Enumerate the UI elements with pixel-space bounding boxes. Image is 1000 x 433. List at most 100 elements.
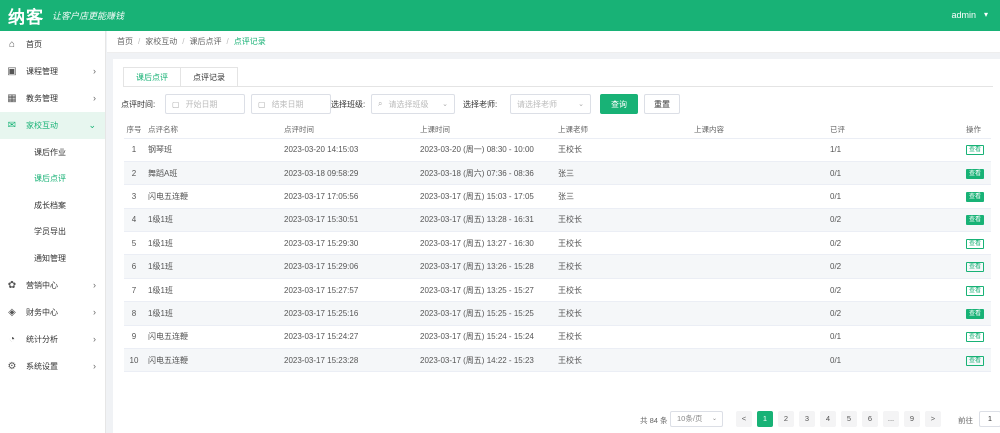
sidebar-item-home[interactable]: ⌂ 首页	[0, 31, 105, 58]
home-icon: ⌂	[8, 39, 16, 50]
cell-idx: 1	[124, 138, 144, 162]
view-button[interactable]: 查看	[966, 262, 985, 273]
sidebar-subitem-export[interactable]: 学员导出	[0, 219, 105, 246]
cell-idx: 9	[124, 325, 144, 350]
cell-operation: 查看	[962, 184, 991, 209]
cell-teacher: 张三	[554, 161, 690, 186]
class-select[interactable]: ⌕ 请选择班级 ⌄	[371, 94, 455, 114]
cell-teacher: 王校长	[554, 138, 690, 162]
cell-review-time: 2023-03-17 15:23:28	[280, 348, 416, 373]
cell-content	[690, 301, 826, 326]
page-button-1[interactable]: 1	[757, 411, 773, 427]
search-icon: ⌕	[378, 99, 383, 108]
column-header: 操作	[962, 122, 991, 139]
view-button[interactable]: 查看	[966, 355, 985, 366]
sidebar-item-academic[interactable]: ▦ 教务管理 ›	[0, 85, 105, 112]
sidebar-item-label: 家校互动	[26, 121, 58, 130]
page-size-select[interactable]: 10条/页 ⌄	[670, 411, 723, 427]
tab-bar: 课后点评 点评记录	[123, 67, 238, 87]
chevron-right-icon: ›	[93, 333, 96, 344]
user-menu[interactable]: admin	[951, 10, 976, 20]
sidebar-item-stats[interactable]: ◔ 统计分析 ›	[0, 326, 105, 353]
view-button[interactable]: 查看	[966, 215, 985, 226]
cell-done: 0/2	[826, 231, 962, 256]
cell-idx: 2	[124, 161, 144, 186]
cell-class-time: 2023-03-17 (周五) 13:27 - 16:30	[416, 231, 554, 256]
breadcrumb-current: 点评记录	[233, 37, 266, 46]
table-row: 10 闪电五连鞭 2023-03-17 15:23:28 2023-03-17 (周五…	[124, 348, 991, 373]
sidebar-item-label: 统计分析	[26, 334, 58, 344]
sidebar-subitem-notice[interactable]: 通知管理	[0, 245, 105, 272]
column-header: 上课时间	[416, 122, 554, 139]
sidebar-item-course[interactable]: ▣ 课程管理 ›	[0, 58, 105, 85]
table-row: 1 钢琴班 2023-03-20 14:15:03 2023-03-20 (周一) 0…	[124, 138, 991, 162]
sidebar-subitem-growth[interactable]: 成长档案	[0, 192, 105, 219]
column-header: 已评	[826, 122, 962, 139]
gear-icon: ⚙	[7, 360, 17, 372]
page-button-9[interactable]: 9	[904, 411, 920, 427]
teacher-select[interactable]: 请选择老师 ⌄	[510, 94, 591, 114]
tab-review-records[interactable]: 点评记录	[181, 67, 238, 87]
view-button[interactable]: 查看	[966, 168, 985, 179]
reset-button[interactable]: 重置	[644, 94, 680, 114]
calendar-icon: ▦	[7, 93, 17, 104]
sidebar-item-finance[interactable]: ◈ 财务中心 ›	[0, 299, 105, 326]
page-button-4[interactable]: 4	[820, 411, 836, 427]
page-button-3[interactable]: 3	[799, 411, 815, 427]
query-button[interactable]: 查询	[600, 94, 638, 114]
table-row: 5 1级1班 2023-03-17 15:29:30 2023-03-17 (周五) …	[124, 231, 991, 256]
cell-content	[690, 161, 826, 186]
breadcrumb: 首页 / 家校互动 / 课后点评 / 点评记录	[107, 31, 1000, 53]
page-ellipsis[interactable]: ...	[883, 411, 899, 427]
sidebar-subitem-review[interactable]: 课后点评	[0, 166, 105, 193]
breadcrumb-item[interactable]: 家校互动	[145, 36, 177, 47]
page-button-5[interactable]: 5	[841, 411, 857, 427]
goto-page-input[interactable]: 1	[979, 411, 1000, 427]
view-button[interactable]: 查看	[966, 238, 985, 249]
brand-logo[interactable]: 纳客	[8, 3, 44, 28]
cell-name: 舞蹈A班	[144, 161, 280, 186]
cell-review-time: 2023-03-17 17:05:56	[280, 184, 416, 209]
cell-review-time: 2023-03-17 15:29:30	[280, 231, 416, 256]
cell-operation: 查看	[962, 325, 991, 350]
cell-content	[690, 208, 826, 233]
cell-operation: 查看	[962, 254, 991, 279]
sidebar-item-home-school[interactable]: ✉ 家校互动 ⌄	[0, 112, 105, 139]
cell-review-time: 2023-03-17 15:24:27	[280, 325, 416, 350]
view-button[interactable]: 查看	[966, 285, 985, 296]
end-date-input[interactable]: ▢ 结束日期	[251, 94, 331, 114]
cell-review-time: 2023-03-17 15:30:51	[280, 208, 416, 233]
page-button-2[interactable]: 2	[778, 411, 794, 427]
start-date-input[interactable]: ▢ 开始日期	[165, 94, 245, 114]
tab-review[interactable]: 课后点评	[123, 67, 181, 87]
sidebar-item-label: 营销中心	[26, 280, 58, 290]
view-button[interactable]: 查看	[966, 145, 985, 156]
cell-class-time: 2023-03-17 (周五) 13:25 - 15:27	[416, 278, 554, 303]
tab-divider	[123, 86, 993, 87]
breadcrumb-item[interactable]: 课后点评	[189, 36, 221, 47]
sidebar-item-marketing[interactable]: ✿ 营销中心 ›	[0, 272, 105, 299]
cell-class-time: 2023-03-17 (周五) 15:24 - 15:24	[416, 325, 554, 350]
chevron-down-icon: ⌄	[442, 101, 448, 108]
cell-operation: 查看	[962, 208, 991, 233]
cell-review-time: 2023-03-17 15:29:06	[280, 254, 416, 279]
sidebar-item-settings[interactable]: ⚙ 系统设置 ›	[0, 353, 105, 380]
table-row: 4 1级1班 2023-03-17 15:30:51 2023-03-17 (周五) …	[124, 208, 991, 233]
cell-content	[690, 278, 826, 303]
view-button[interactable]: 查看	[966, 332, 985, 343]
view-button[interactable]: 查看	[966, 191, 985, 202]
sidebar-subitem-homework[interactable]: 课后作业	[0, 139, 105, 166]
breadcrumb-item[interactable]: 首页	[117, 36, 133, 47]
sidebar-item-label: 首页	[26, 40, 42, 49]
start-date-placeholder: 开始日期	[185, 99, 218, 109]
cell-idx: 6	[124, 254, 144, 279]
column-header: 点评名称	[144, 122, 280, 139]
next-page-button[interactable]: >	[925, 411, 941, 427]
goto-label: 前往	[958, 416, 973, 425]
view-button[interactable]: 查看	[966, 308, 985, 319]
chevron-down-icon[interactable]: ▾	[984, 10, 988, 19]
cell-review-time: 2023-03-17 15:25:16	[280, 301, 416, 326]
page-button-6[interactable]: 6	[862, 411, 878, 427]
cell-teacher: 张三	[554, 184, 690, 209]
prev-page-button[interactable]: <	[736, 411, 752, 427]
